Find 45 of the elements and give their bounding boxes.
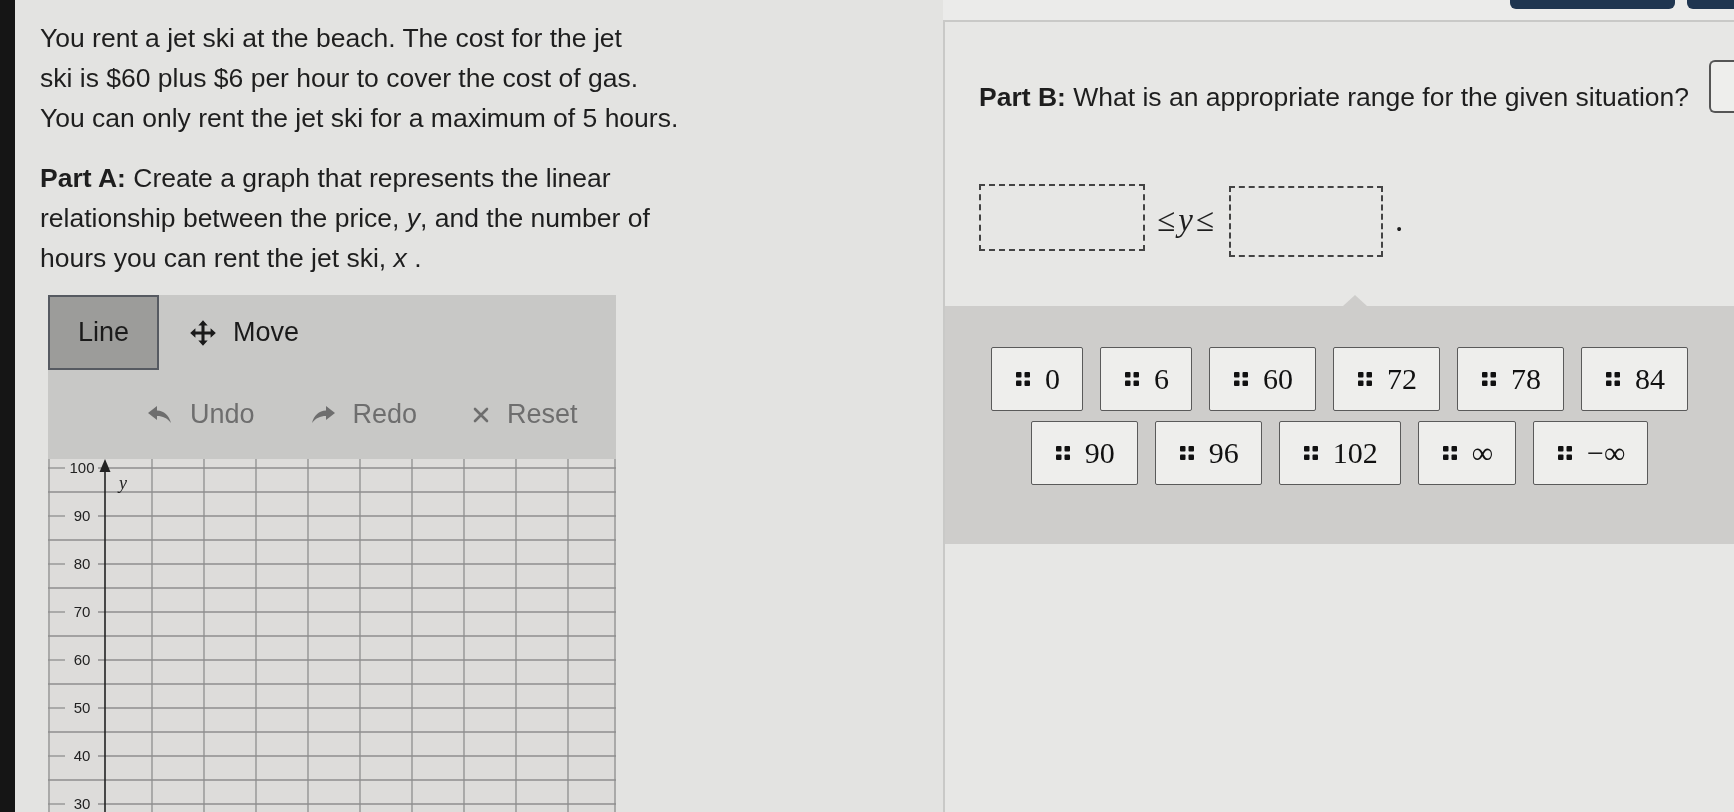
part-b-prompt: Part B: What is an appropriate range for the given situation? [979,81,1690,114]
answer-tile[interactable]: 90 [1030,421,1138,485]
y-axis-tick-label: 30 [73,795,91,812]
y-axis-tick-label: 100 [69,459,95,476]
y-axis-tick-label: 80 [73,555,91,572]
tool-button[interactable]: Line [48,295,160,370]
drag-handle-icon [1358,372,1372,386]
move-icon [189,318,218,347]
drag-handle-icon [1179,446,1194,460]
drag-handle-icon [1125,372,1139,386]
drag-handle-icon [1234,372,1248,386]
answer-tile[interactable]: 72 [1333,347,1440,411]
answer-tile[interactable]: 78 [1457,347,1564,411]
drag-handle-icon [1558,446,1573,460]
answer-tile[interactable]: 102 [1278,421,1401,485]
math-text: . [1394,200,1407,240]
answer-tile[interactable]: 6 [1100,347,1192,411]
answer-tile[interactable]: 84 [1581,347,1688,411]
drag-handle-icon [1482,372,1496,386]
y-axis-tick-label: 60 [73,651,91,668]
drag-handle-icon [1016,372,1030,386]
y-axis-tick-label: 90 [73,507,91,524]
y-axis-tick-label: 40 [73,747,91,764]
y-axis-label: y [119,473,127,493]
answer-tile[interactable]: −∞ [1533,421,1649,485]
drag-handle-icon [1442,446,1457,460]
y-axis-tick-label: 70 [73,603,91,620]
answer-box[interactable] [979,184,1145,251]
drag-handle-icon [1303,446,1318,460]
side-tab-button[interactable] [1709,60,1734,113]
answer-tile[interactable]: 0 [991,347,1083,411]
problem-statement: You rent a jet ski at the beach. The cost for the jet ski is $60 plus $6 per hour to cover the cost of gas. You can only rent the jet ski for a maximum of 5 hours. [40,22,679,135]
answer-tile[interactable]: 60 [1209,347,1316,411]
redo-icon [310,405,335,424]
answer-tile[interactable]: ∞ [1417,421,1517,485]
drag-handle-icon [1606,372,1620,386]
part-a-prompt: Part A: Create a graph that represents the linear relationship between the price, y, and the number of hours you can rent the jet ski, x . [40,162,650,275]
y-axis-tick-label: 50 [73,699,91,716]
tool-button[interactable]: Move [159,295,330,370]
undo-icon [148,405,172,424]
answer-box[interactable] [1228,186,1383,257]
math-text: ≤y≤ [1157,200,1217,240]
close-icon [473,406,490,423]
answer-tile[interactable]: 96 [1154,421,1262,485]
drag-handle-icon [1055,446,1070,460]
